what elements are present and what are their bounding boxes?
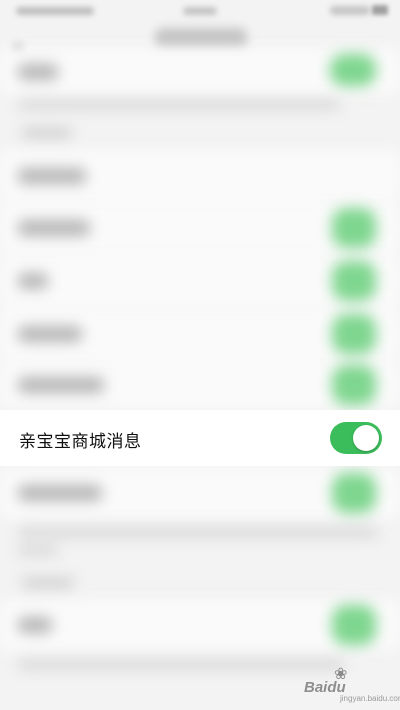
- setting-note-blurred: [18, 100, 340, 109]
- status-indicators-blurred: [330, 6, 370, 15]
- setting-note-blurred: [18, 660, 344, 669]
- toggle-knob: [353, 425, 379, 451]
- status-time-blurred: [183, 7, 217, 15]
- status-carrier-blurred: [16, 7, 94, 15]
- settings-row-blurred[interactable]: [0, 468, 400, 518]
- settings-row-blurred[interactable]: [0, 48, 400, 94]
- mall-messages-toggle[interactable]: [330, 422, 382, 454]
- setting-label: 亲宝宝商城消息: [19, 432, 142, 452]
- settings-row-blurred[interactable]: [0, 203, 400, 253]
- section-header-blurred: [22, 128, 72, 138]
- battery-icon: [372, 5, 388, 15]
- page-title-blurred: [155, 28, 247, 50]
- settings-row-blurred[interactable]: [0, 309, 400, 359]
- settings-row-blurred[interactable]: [0, 600, 400, 650]
- watermark-subtext: jingyan.baidu.com: [340, 694, 400, 703]
- status-bar: [0, 0, 400, 22]
- settings-row-blurred[interactable]: [0, 150, 400, 200]
- watermark: ❀ Baidu jingyan.baidu.com: [300, 664, 400, 708]
- setting-note-blurred: [18, 528, 378, 537]
- setting-note-blurred: [18, 546, 58, 555]
- section-header-blurred: [22, 578, 74, 588]
- settings-row-blurred[interactable]: [0, 362, 400, 408]
- settings-row-blurred[interactable]: [0, 256, 400, 306]
